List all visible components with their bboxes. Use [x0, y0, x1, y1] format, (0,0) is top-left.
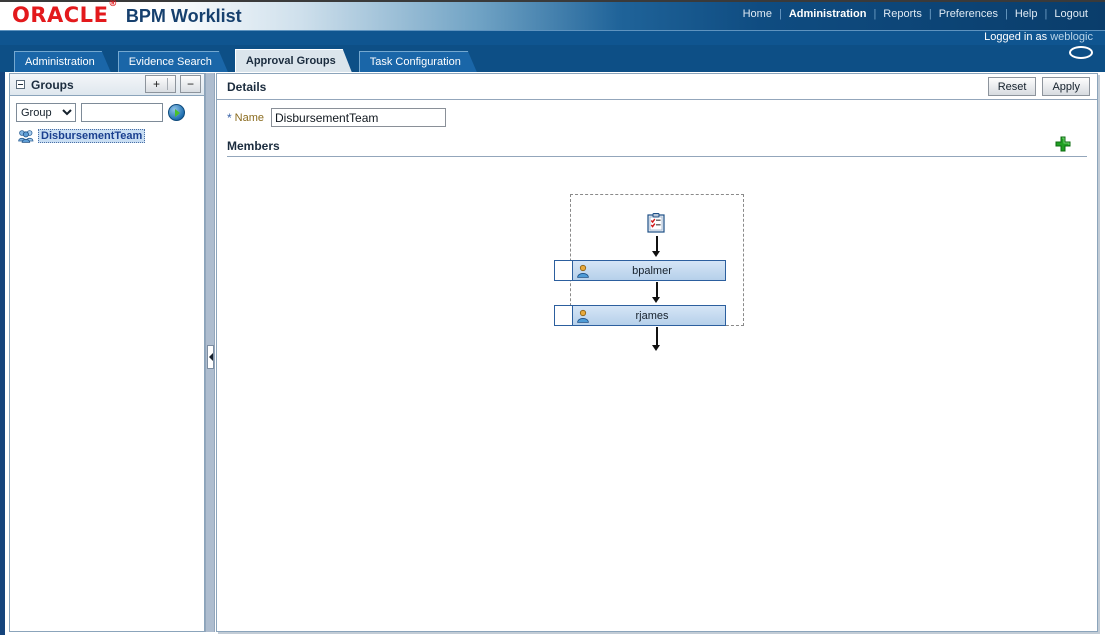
member-row-handle-cell	[555, 261, 573, 280]
required-indicator: *	[227, 111, 232, 125]
flow-arrow-to-member-1	[652, 236, 661, 258]
name-field-row: * Name	[217, 100, 1097, 133]
tab-evidence-search[interactable]: Evidence Search	[118, 51, 228, 72]
task-clipboard-icon	[647, 213, 665, 233]
logged-in-status: Logged in as weblogic	[984, 31, 1093, 43]
remove-group-button[interactable]: −	[180, 75, 201, 93]
group-search-input[interactable]	[81, 103, 163, 122]
search-type-select[interactable]: Group	[16, 103, 76, 122]
groups-panel: Groups + − Group	[9, 73, 205, 632]
search-go-button[interactable]	[168, 104, 185, 121]
nav-link-reports[interactable]: Reports	[876, 8, 929, 20]
tab-administration[interactable]: Administration	[14, 51, 111, 72]
members-header: Members	[227, 135, 1087, 157]
user-icon	[573, 264, 593, 278]
split-dropdown-zone[interactable]	[168, 76, 175, 92]
application-window: ORACLE® BPM Worklist Home | Administrati…	[0, 0, 1105, 635]
left-edge-strip	[0, 45, 5, 635]
oracle-wordmark: ORACLE®	[12, 3, 118, 27]
details-header: Details Reset Apply	[217, 74, 1097, 100]
banner-collapse-toggle[interactable]	[1069, 46, 1093, 59]
member-name: bpalmer	[593, 265, 725, 277]
details-panel: Details Reset Apply * Name Members	[216, 73, 1098, 632]
member-row[interactable]: bpalmer	[554, 260, 726, 281]
flow-arrow-exit	[652, 327, 661, 353]
apply-button[interactable]: Apply	[1042, 77, 1090, 96]
add-group-split-button[interactable]: +	[145, 75, 176, 93]
nav-link-logout[interactable]: Logout	[1047, 8, 1095, 20]
logged-in-username: weblogic	[1050, 31, 1093, 43]
panel-splitter[interactable]	[205, 73, 215, 632]
groups-panel-actions: + −	[145, 75, 201, 93]
add-group-button[interactable]: +	[146, 76, 167, 92]
groups-panel-title: Groups	[31, 78, 74, 92]
tab-approval-groups[interactable]: Approval Groups	[235, 49, 352, 72]
app-title: BPM Worklist	[126, 6, 242, 27]
group-list-item-label: DisbursementTeam	[38, 129, 145, 143]
logged-in-prefix: Logged in as	[984, 31, 1047, 43]
global-navigation: Home | Administration | Reports | Prefer…	[736, 8, 1095, 20]
member-name: rjames	[593, 310, 725, 322]
nav-link-administration[interactable]: Administration	[782, 8, 874, 20]
name-field-label: Name	[235, 112, 264, 124]
members-title: Members	[227, 139, 280, 153]
member-row-handle-cell	[555, 306, 573, 325]
add-member-plus-icon[interactable]	[1055, 136, 1071, 152]
sub-banner	[0, 30, 1105, 45]
tab-task-configuration[interactable]: Task Configuration	[359, 51, 477, 72]
chevron-left-icon	[209, 353, 213, 361]
group-search-row: Group	[10, 96, 204, 126]
group-people-icon	[18, 129, 34, 143]
reset-button[interactable]: Reset	[988, 77, 1037, 96]
brand-logo: ORACLE® BPM Worklist	[12, 3, 242, 27]
groups-panel-header: Groups + −	[10, 74, 204, 96]
details-title: Details	[227, 80, 266, 94]
group-list-item[interactable]: DisbursementTeam	[16, 128, 147, 144]
details-actions: Reset Apply	[988, 77, 1090, 96]
flow-arrow-to-member-2	[652, 282, 661, 304]
nav-link-preferences[interactable]: Preferences	[932, 8, 1005, 20]
group-list: DisbursementTeam	[10, 126, 204, 146]
tab-bar: Administration Evidence Search Approval …	[14, 47, 484, 72]
nav-link-home[interactable]: Home	[736, 8, 779, 20]
members-flow-diagram: bpalmer rjames	[554, 194, 774, 394]
nav-link-help[interactable]: Help	[1008, 8, 1045, 20]
splitter-collapse-handle[interactable]	[207, 345, 214, 369]
user-icon	[573, 309, 593, 323]
name-input[interactable]	[271, 108, 446, 127]
play-arrow-icon	[175, 109, 180, 117]
trademark-mark: ®	[108, 0, 118, 9]
member-row[interactable]: rjames	[554, 305, 726, 326]
collapse-minus-icon[interactable]	[16, 80, 25, 89]
